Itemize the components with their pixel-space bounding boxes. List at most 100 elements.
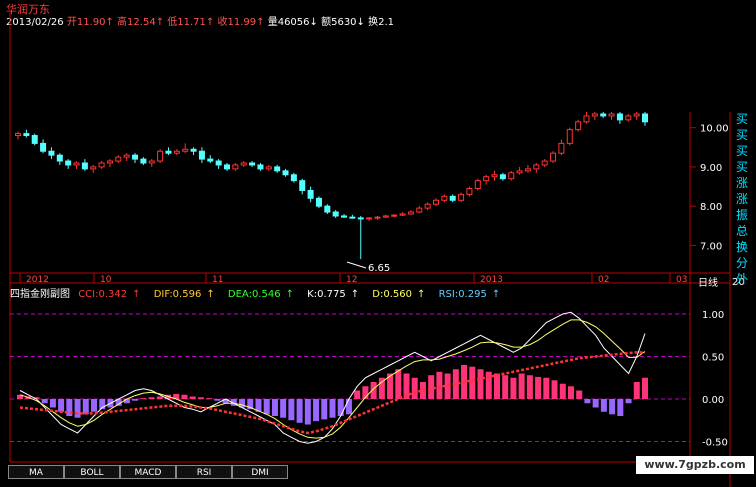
candle-body bbox=[65, 160, 72, 166]
tab-rsi[interactable]: RSI bbox=[176, 465, 232, 479]
dif-value: DIF:0.596 ↑ bbox=[153, 289, 215, 300]
tab-dmi[interactable]: DMI bbox=[232, 465, 288, 479]
candle-body bbox=[48, 150, 55, 156]
indicator-tick-label: 0.50 bbox=[702, 353, 724, 364]
histogram-bar bbox=[559, 383, 566, 399]
candle-body bbox=[591, 113, 598, 117]
candle-body bbox=[366, 217, 373, 220]
candle-body bbox=[23, 133, 30, 137]
histogram-bar bbox=[551, 380, 558, 399]
histogram-bar bbox=[633, 382, 640, 399]
histogram-bar bbox=[304, 399, 311, 425]
tab-ma[interactable]: MA bbox=[8, 465, 64, 479]
histogram-bar bbox=[592, 399, 599, 408]
rsi-value: RSI:0.295 ↑ bbox=[438, 289, 501, 300]
candle-body bbox=[399, 213, 406, 216]
histogram-bar bbox=[321, 399, 328, 420]
candle-body bbox=[224, 164, 230, 170]
histogram-bar bbox=[337, 399, 344, 416]
candle-body bbox=[416, 207, 423, 213]
candle-body bbox=[499, 174, 506, 180]
histogram-bar bbox=[600, 399, 607, 412]
histogram-bar bbox=[206, 398, 213, 400]
candle-body bbox=[98, 162, 105, 168]
candle-body bbox=[633, 113, 640, 117]
histogram-bar bbox=[625, 399, 632, 404]
candle-body bbox=[90, 166, 97, 170]
histogram-bar bbox=[74, 399, 81, 418]
k-value: K:0.775 ↑ bbox=[307, 289, 360, 300]
time-label: 02 bbox=[598, 275, 609, 285]
period-label[interactable]: 日线 bbox=[698, 274, 718, 289]
price-tick-label: 10.00 bbox=[700, 124, 729, 135]
candle-body bbox=[449, 195, 456, 201]
histogram-bar bbox=[411, 377, 418, 399]
histogram-bar bbox=[642, 377, 648, 399]
histogram-bar bbox=[526, 375, 533, 399]
series-line-dea bbox=[19, 351, 646, 435]
histogram-bar bbox=[313, 399, 320, 422]
tab-macd[interactable]: MACD bbox=[120, 465, 176, 479]
tab-boll[interactable]: BOLL bbox=[64, 465, 120, 479]
candle-body bbox=[407, 211, 414, 215]
candle-body bbox=[516, 170, 523, 174]
indicator-tabs: MA BOLL MACD RSI DMI bbox=[8, 465, 288, 479]
candle-body bbox=[625, 115, 632, 121]
candle-body bbox=[31, 135, 38, 144]
time-label: 2012 bbox=[26, 275, 49, 285]
candle-body bbox=[257, 164, 264, 170]
candle-body bbox=[182, 148, 189, 152]
histogram-bar bbox=[181, 394, 188, 399]
histogram-bar bbox=[189, 396, 196, 399]
candle-body bbox=[382, 215, 389, 218]
candle-body bbox=[642, 113, 648, 123]
histogram-bar bbox=[156, 396, 163, 399]
histogram-bar bbox=[354, 390, 361, 399]
candle-body bbox=[341, 215, 348, 218]
time-label: 2013 bbox=[480, 275, 503, 285]
cci-value: CCI:0.342 ↑ bbox=[78, 289, 141, 300]
candle-body bbox=[132, 154, 139, 160]
candle-body bbox=[299, 180, 306, 191]
candle-body bbox=[424, 203, 431, 209]
indicator-name: 四指金刚副图 bbox=[10, 289, 70, 300]
histogram-bar bbox=[345, 399, 352, 415]
candle-body bbox=[583, 115, 590, 123]
histogram-bar bbox=[288, 399, 295, 421]
candle-body bbox=[483, 176, 490, 182]
candle-body bbox=[474, 180, 481, 189]
candle-body bbox=[249, 162, 256, 166]
histogram-bar bbox=[609, 399, 616, 415]
histogram-bar bbox=[132, 399, 139, 401]
histogram-bar bbox=[214, 399, 221, 401]
histogram-bar bbox=[502, 375, 509, 399]
histogram-bar bbox=[296, 399, 303, 423]
candle-body bbox=[441, 195, 448, 201]
candle-body bbox=[307, 189, 314, 199]
candle-body bbox=[232, 164, 239, 170]
histogram-bar bbox=[329, 399, 336, 418]
histogram-bar bbox=[518, 373, 525, 399]
histogram-bar bbox=[123, 399, 130, 404]
candle-body bbox=[491, 174, 498, 178]
signal-item: 买 bbox=[735, 144, 748, 158]
histogram-bar bbox=[469, 366, 476, 399]
candle-body bbox=[240, 162, 247, 166]
histogram-bar bbox=[567, 386, 574, 399]
d-value: D:0.560 ↑ bbox=[372, 289, 426, 300]
time-label: 03 bbox=[676, 275, 687, 285]
signal-item: 总 bbox=[735, 224, 748, 238]
candle-body bbox=[265, 166, 272, 170]
candle-body bbox=[391, 214, 398, 217]
signal-item: 分 bbox=[735, 256, 748, 270]
dea-value: DEA:0.546 ↑ bbox=[227, 289, 294, 300]
histogram-bar bbox=[91, 399, 98, 412]
candle-body bbox=[374, 216, 381, 219]
signal-item: 涨 bbox=[735, 176, 748, 190]
histogram-bar bbox=[197, 397, 204, 399]
stock-chart[interactable]: 10.00 9.00 8.00 7.00 6.65 2012 10 11 12 2013 02 0… bbox=[0, 0, 756, 487]
candle-body bbox=[315, 197, 322, 207]
indicator-tick-label: 0.00 bbox=[702, 395, 724, 406]
series-line-d bbox=[19, 319, 646, 439]
candle-body bbox=[81, 162, 88, 170]
